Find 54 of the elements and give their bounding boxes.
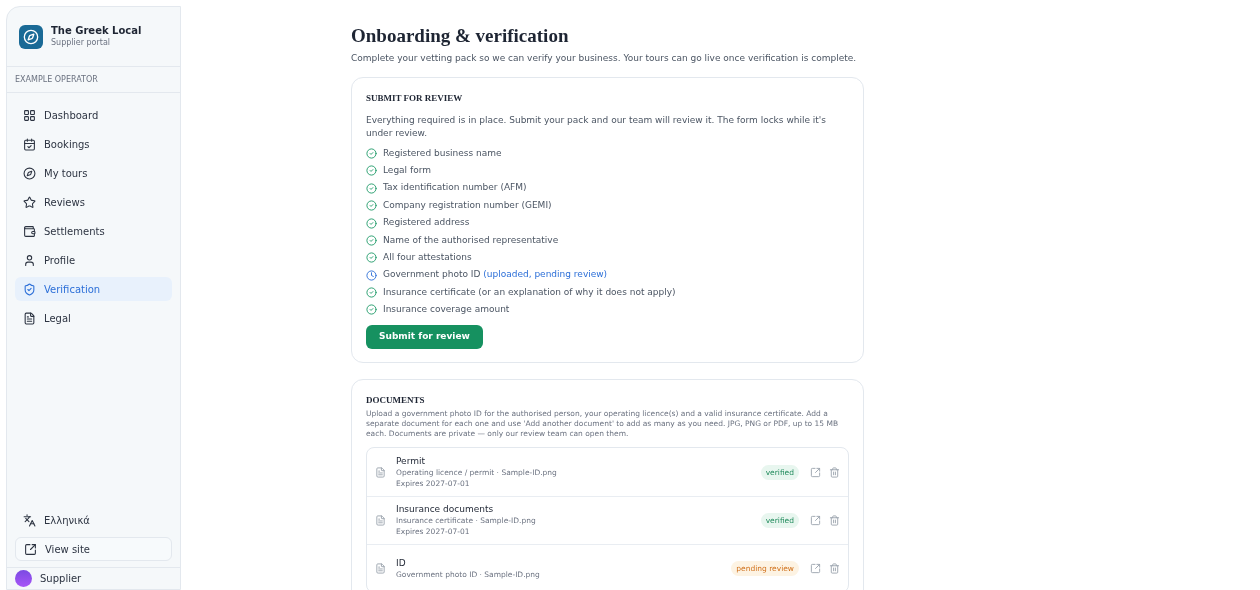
checklist-item: Legal form (383, 164, 431, 178)
nav-item[interactable]: Legal (15, 306, 172, 330)
checklist-item: All four attestations (383, 251, 472, 265)
calendar-icon (23, 137, 36, 151)
nav-item[interactable]: Reviews (15, 190, 172, 214)
person-icon (23, 253, 36, 267)
file-icon (375, 466, 386, 478)
open-external-icon[interactable] (810, 515, 821, 527)
page-subtitle: Complete your vetting pack so we can verify your business. Your tours can go live once verification is complete. (351, 51, 858, 65)
card-intro: Everything required is in place. Submit your pack and our team will review it. The form locks while it's under review. (366, 113, 828, 140)
file-icon (375, 563, 386, 575)
card-heading: DOCUMENTS (366, 393, 426, 407)
checklist-item: Insurance certificate (or an explanation of why it does not apply) (383, 285, 676, 299)
external-link-icon (24, 542, 37, 556)
checklist-item: Insurance coverage amount (383, 303, 510, 317)
checklist-item: Company registration number (GEMI) (383, 198, 552, 212)
compass-icon (23, 166, 36, 180)
checklist-item: Government photo ID (uploaded, pending review) (383, 268, 608, 282)
file-icon (375, 515, 386, 527)
open-external-icon[interactable] (810, 563, 821, 575)
view-site-button[interactable]: View site (15, 537, 172, 561)
checklist-item: Name of the authorised representative (383, 233, 559, 247)
nav-item[interactable]: Dashboard (15, 103, 172, 127)
user-name: Supplier (40, 572, 82, 586)
operator-label: EXAMPLE OPERATOR (15, 73, 98, 86)
nav-item[interactable]: Bookings (15, 132, 172, 156)
checklist-item: Tax identification number (AFM) (383, 181, 527, 195)
compass-logo-icon (19, 24, 43, 49)
submit-button[interactable]: Submit for review (366, 324, 483, 349)
nav-item[interactable]: Verification (15, 277, 172, 301)
brand-name: The Greek Local (51, 25, 142, 38)
nav-item[interactable]: Profile (15, 248, 172, 272)
translate-icon (23, 513, 36, 527)
star-icon (23, 195, 36, 209)
brand-subtitle: Supplier portal (51, 37, 112, 48)
avatar (15, 570, 32, 587)
grid-icon (23, 108, 36, 122)
checklist-item: Registered address (383, 216, 470, 230)
nav-item[interactable]: Settlements (15, 219, 172, 243)
language-button[interactable]: Ελληνικά (15, 509, 172, 531)
nav-item[interactable]: My tours (15, 161, 172, 185)
trash-icon[interactable] (829, 515, 840, 527)
trash-icon[interactable] (829, 466, 840, 478)
open-external-icon[interactable] (810, 466, 821, 478)
shield-icon (23, 282, 36, 296)
checklist-item: Registered business name (383, 146, 502, 160)
document-title: Insurance documents (396, 504, 495, 516)
trash-icon[interactable] (829, 563, 840, 575)
document-title: ID (396, 557, 407, 569)
document-title: Permit (396, 455, 426, 467)
document-icon (23, 311, 36, 325)
card-heading: SUBMIT FOR REVIEW (366, 92, 464, 106)
wallet-icon (23, 224, 36, 238)
page-title: Onboarding & verification (351, 24, 570, 48)
